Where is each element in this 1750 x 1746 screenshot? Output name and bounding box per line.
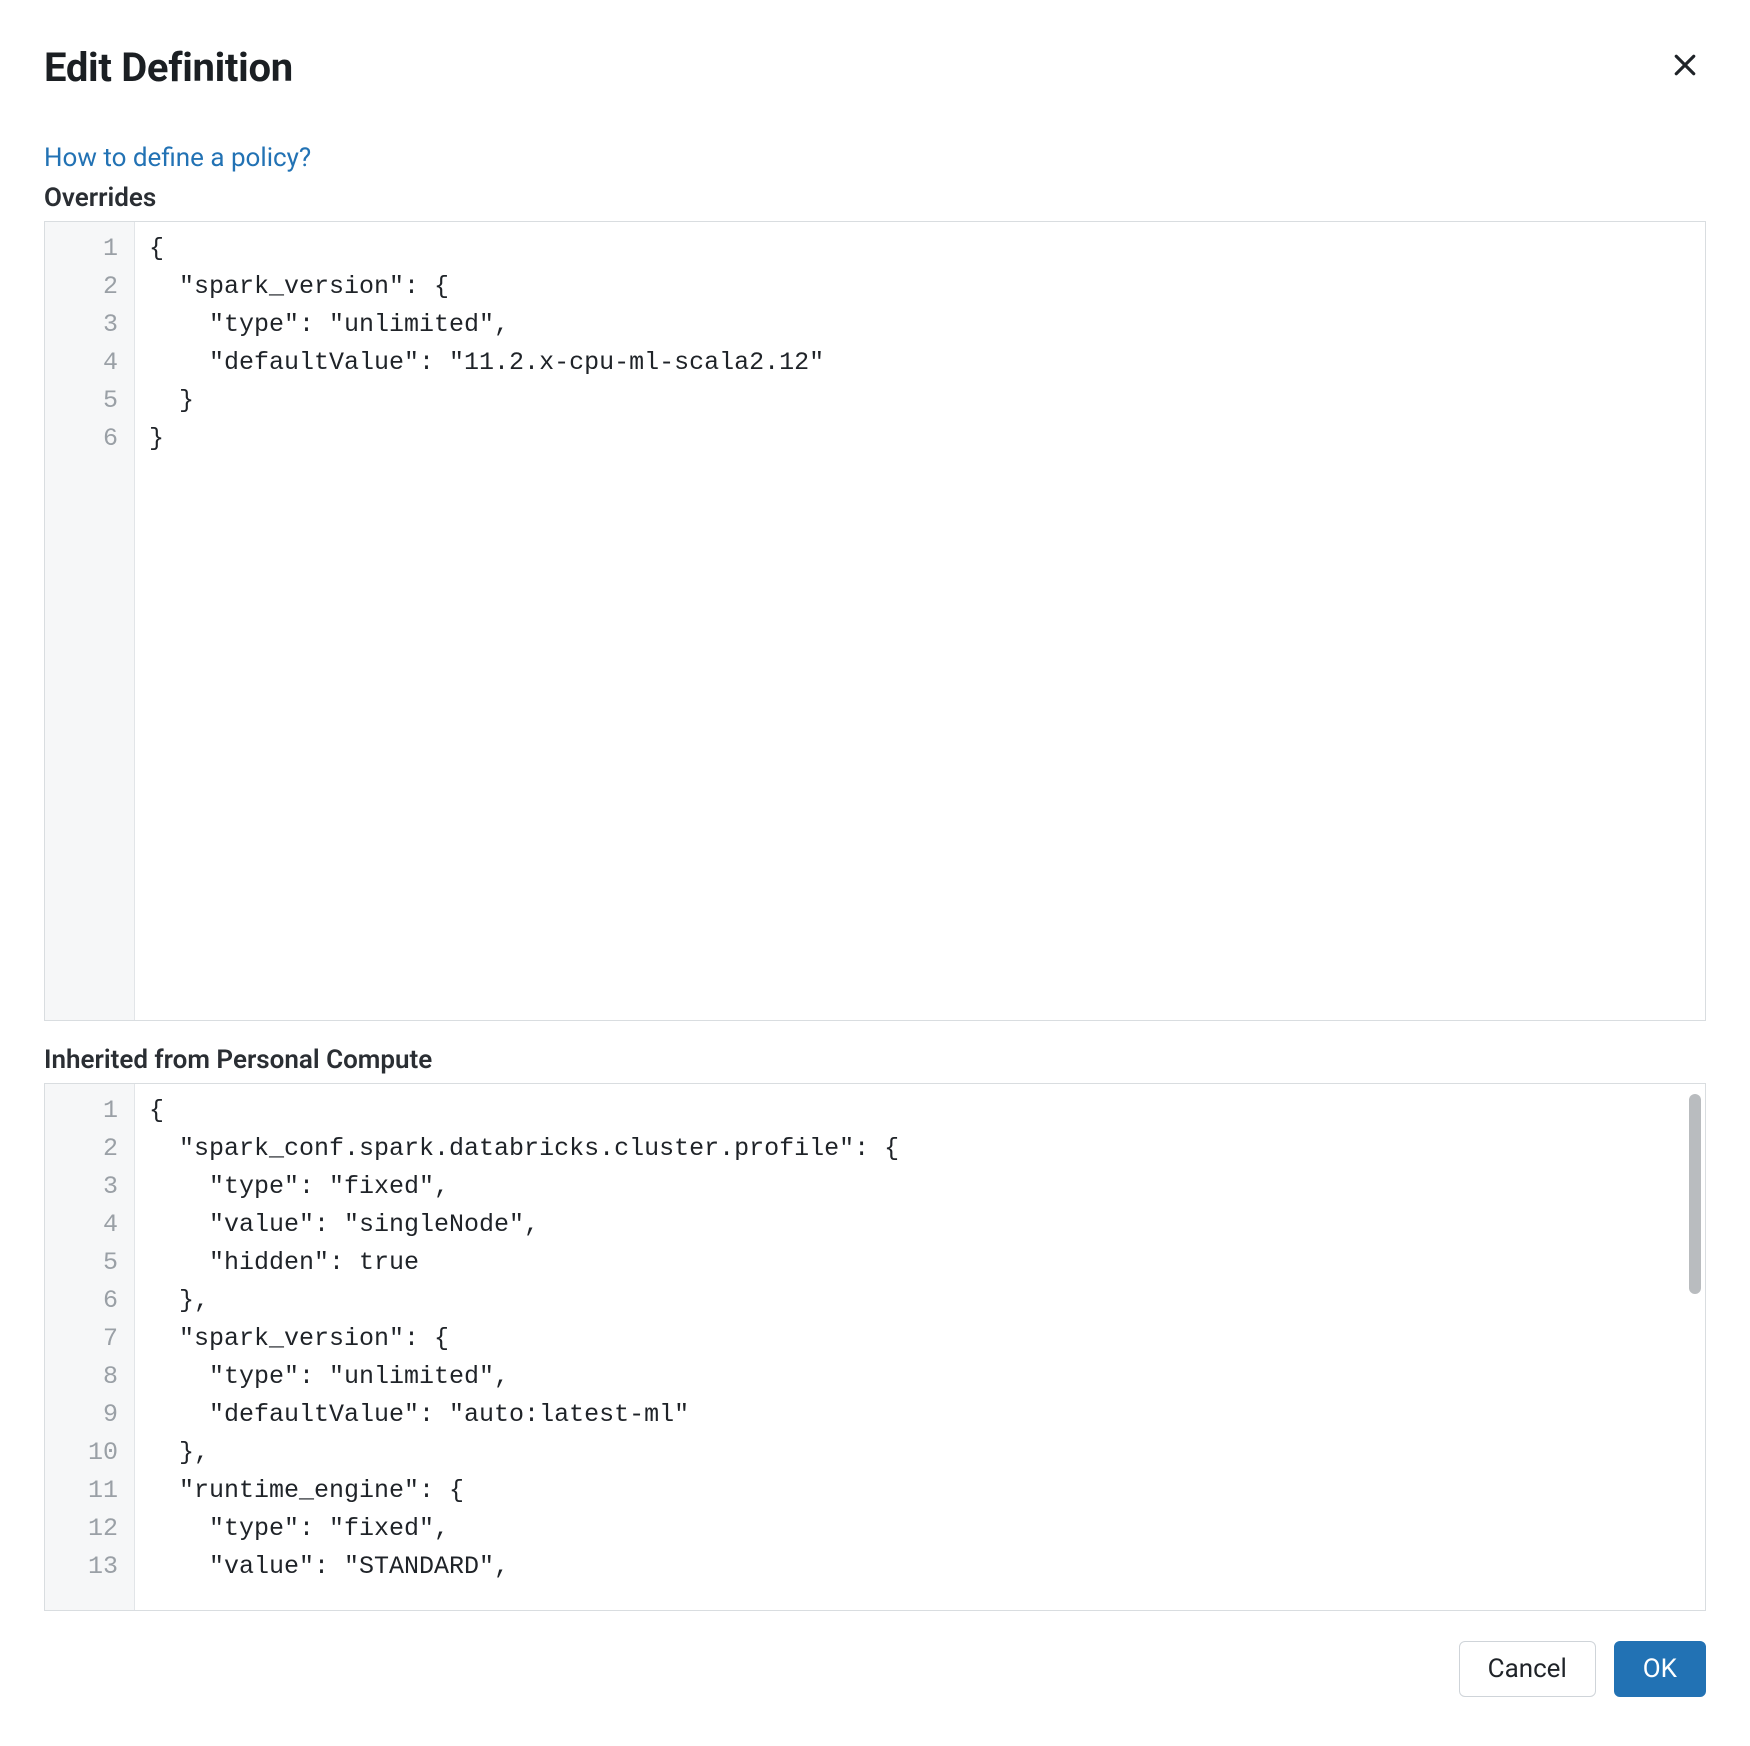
line-number: 4 [45,344,124,382]
close-icon [1670,50,1700,80]
line-number: 3 [45,1168,124,1206]
overrides-code[interactable]: { "spark_version": { "type": "unlimited"… [135,222,1705,1020]
line-number: 6 [45,420,124,458]
line-number: 2 [45,1130,124,1168]
inherited-code: { "spark_conf.spark.databricks.cluster.p… [135,1084,1705,1610]
overrides-gutter: 123456 [45,222,135,1020]
overrides-editor[interactable]: 123456 { "spark_version": { "type": "unl… [44,221,1706,1021]
line-number: 13 [45,1548,124,1586]
line-number: 10 [45,1434,124,1472]
close-button[interactable] [1664,44,1706,86]
scrollbar-thumb[interactable] [1689,1094,1701,1294]
help-link[interactable]: How to define a policy? [44,143,311,173]
line-number: 8 [45,1358,124,1396]
line-number: 4 [45,1206,124,1244]
line-number: 5 [45,1244,124,1282]
line-number: 3 [45,306,124,344]
overrides-label: Overrides [44,183,1706,213]
ok-button[interactable]: OK [1614,1641,1706,1697]
line-number: 12 [45,1510,124,1548]
line-number: 1 [45,1092,124,1130]
inherited-gutter: 12345678910111213 [45,1084,135,1610]
line-number: 11 [45,1472,124,1510]
inherited-label: Inherited from Personal Compute [44,1045,1706,1075]
dialog-title: Edit Definition [44,44,293,91]
cancel-button[interactable]: Cancel [1459,1641,1596,1697]
line-number: 9 [45,1396,124,1434]
line-number: 7 [45,1320,124,1358]
line-number: 5 [45,382,124,420]
inherited-editor: 12345678910111213 { "spark_conf.spark.da… [44,1083,1706,1611]
line-number: 2 [45,268,124,306]
dialog-footer: Cancel OK [44,1641,1706,1697]
line-number: 6 [45,1282,124,1320]
line-number: 1 [45,230,124,268]
